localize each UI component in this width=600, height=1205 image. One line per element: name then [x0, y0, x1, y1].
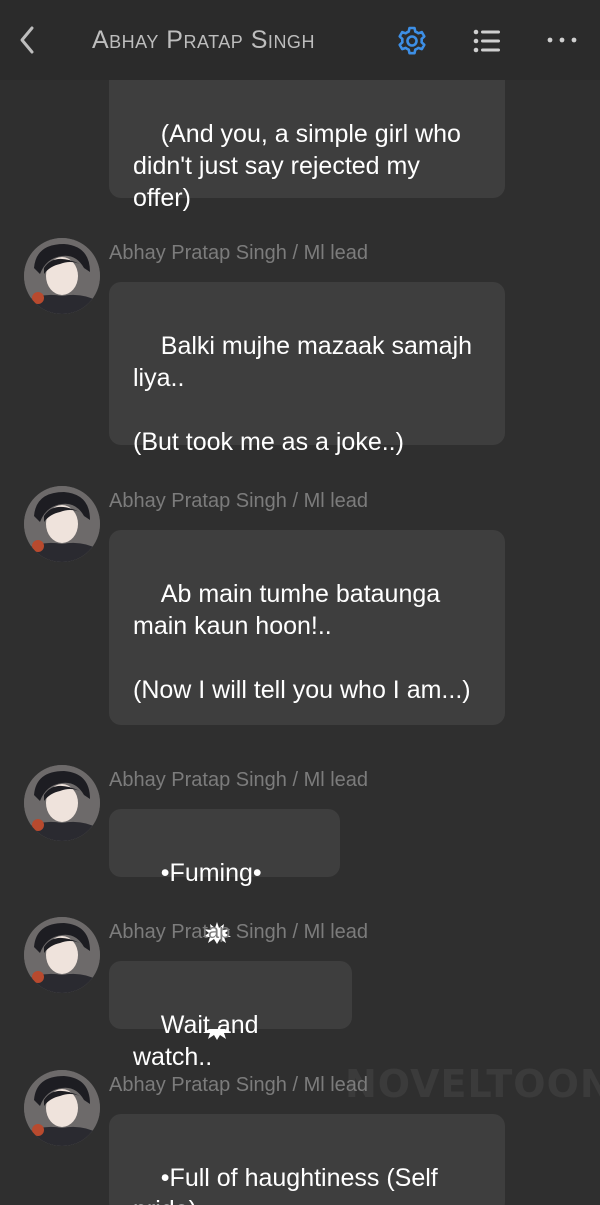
message-bubble: (And you, a simple girl who didn't just …	[109, 60, 505, 212]
watermark: NOVELTOON	[345, 1062, 600, 1106]
message-bubble: Balki mujhe mazaak samajh liya.. (But to…	[109, 282, 505, 456]
list-icon[interactable]	[471, 25, 503, 57]
message-bubble: Wait and watch..	[109, 961, 352, 1071]
avatar[interactable]	[24, 1070, 100, 1146]
sender-name: Abhay Pratap Singh / Ml lead	[109, 242, 369, 264]
message-text: •Full of haughtiness (Self pride)•	[133, 1164, 438, 1205]
message-text: Balki mujhe mazaak samajh liya.. (But to…	[133, 332, 473, 456]
chat-screen: Abhay Pratap Singh (And you, a simple gi…	[0, 0, 600, 1205]
avatar[interactable]	[24, 765, 100, 841]
sender-name: Abhay Pratap Singh / Ml lead	[109, 490, 369, 512]
sender-name: Abhay Pratap Singh / Ml lead	[109, 769, 369, 791]
message-bubble: Ab main tumhe bataunga main kaun hoon!..…	[109, 530, 505, 725]
sender-name: Abhay Pratap Singh / Ml lead	[109, 921, 369, 943]
message-text: •Fuming•	[160, 859, 262, 887]
message-bubble: •Full of haughtiness (Self pride)•	[109, 1114, 505, 1205]
avatar[interactable]	[24, 238, 100, 314]
more-icon[interactable]	[544, 28, 580, 52]
gear-icon[interactable]	[396, 25, 428, 57]
message-bubble: •Fuming•	[109, 809, 340, 1040]
message-text: Ab main tumhe bataunga main kaun hoon!..…	[133, 580, 471, 704]
chat-title: Abhay Pratap Singh	[92, 26, 315, 54]
message-text: (And you, a simple girl who didn't just …	[133, 120, 468, 212]
app-header: Abhay Pratap Singh	[0, 0, 600, 80]
avatar[interactable]	[24, 917, 100, 993]
avatar[interactable]	[24, 486, 100, 562]
message-text: Wait and watch..	[133, 1011, 266, 1071]
back-icon[interactable]	[14, 22, 42, 58]
sender-name: Abhay Pratap Singh / Ml lead	[109, 1074, 369, 1096]
